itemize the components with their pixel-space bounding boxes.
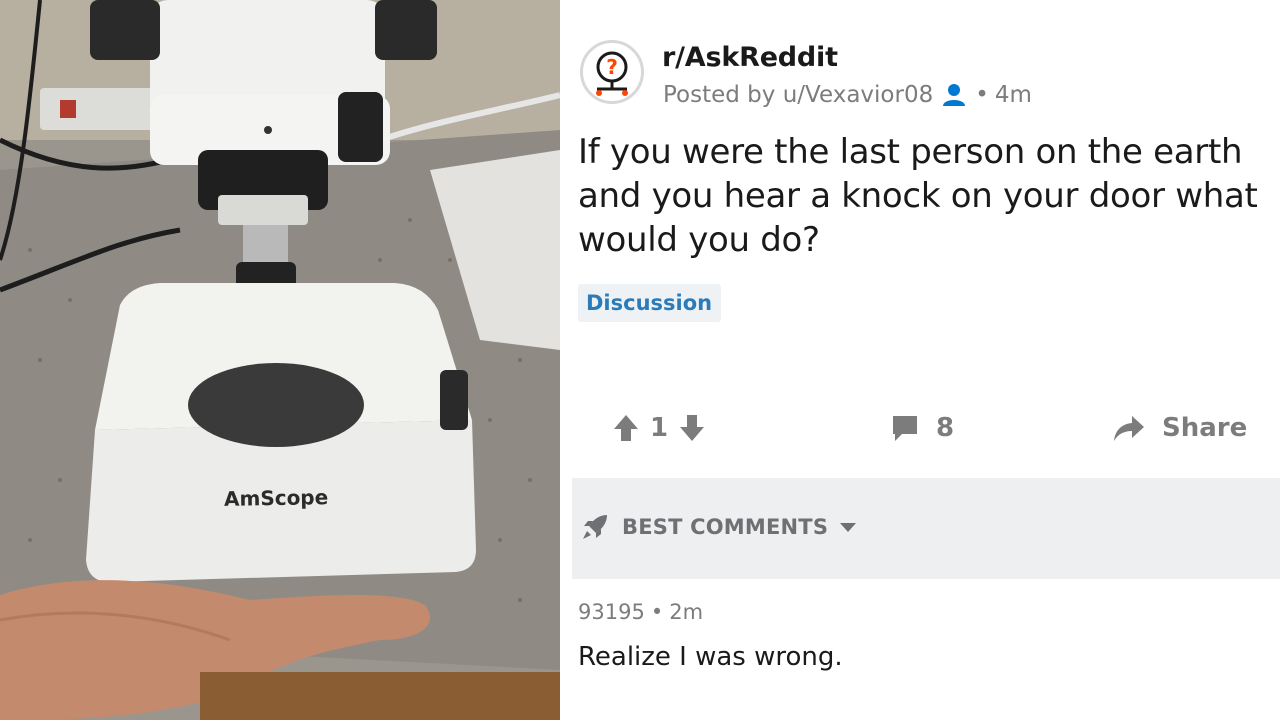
comment-author[interactable]: 93195 xyxy=(578,600,645,624)
share-button[interactable]: Share xyxy=(1112,400,1247,456)
subreddit-avatar[interactable]: ? xyxy=(580,40,644,104)
comment-time: 2m xyxy=(669,600,704,624)
svg-text:?: ? xyxy=(606,55,618,79)
comment-sort-bar: BEST COMMENTS xyxy=(572,478,1280,579)
vote-group: 1 xyxy=(612,400,706,456)
separator-dot: • xyxy=(975,82,989,108)
askreddit-icon: ? xyxy=(596,51,628,96)
reddit-post-panel: ? r/AskReddit Posted by u/Vexavior08 • 4… xyxy=(560,0,1280,720)
rocket-icon xyxy=(580,512,610,542)
post-title[interactable]: If you were the last person on the earth… xyxy=(578,130,1278,262)
brand-label: AmScope xyxy=(223,485,329,511)
flair-badge[interactable]: Discussion xyxy=(578,284,722,322)
comment-body: Realize I was wrong. xyxy=(578,642,843,672)
sort-label: BEST COMMENTS xyxy=(622,515,829,539)
user-icon xyxy=(941,82,967,108)
microscope-photo: AmScope xyxy=(0,0,560,720)
share-label: Share xyxy=(1162,413,1248,443)
vote-count: 1 xyxy=(650,413,669,443)
sort-dropdown[interactable]: BEST COMMENTS xyxy=(580,512,858,542)
comment-count: 8 xyxy=(936,413,955,443)
downvote-arrow-icon[interactable] xyxy=(678,413,706,443)
separator-dot: • xyxy=(650,600,664,624)
posted-by[interactable]: Posted by u/Vexavior08 xyxy=(663,82,933,108)
post-actions: 1 8 Share xyxy=(560,400,1280,456)
comments-button[interactable]: 8 xyxy=(890,400,954,456)
comment-bubble-icon xyxy=(890,413,920,443)
post-time: 4m xyxy=(994,82,1032,108)
comment-meta: 93195 • 2m xyxy=(578,600,703,624)
post-meta: Posted by u/Vexavior08 • 4m xyxy=(663,82,1032,108)
microscope-illustration xyxy=(0,0,560,720)
share-arrow-icon xyxy=(1112,413,1146,443)
caret-down-icon xyxy=(838,520,858,534)
subreddit-name[interactable]: r/AskReddit xyxy=(662,42,838,73)
upvote-arrow-icon[interactable] xyxy=(612,413,640,443)
